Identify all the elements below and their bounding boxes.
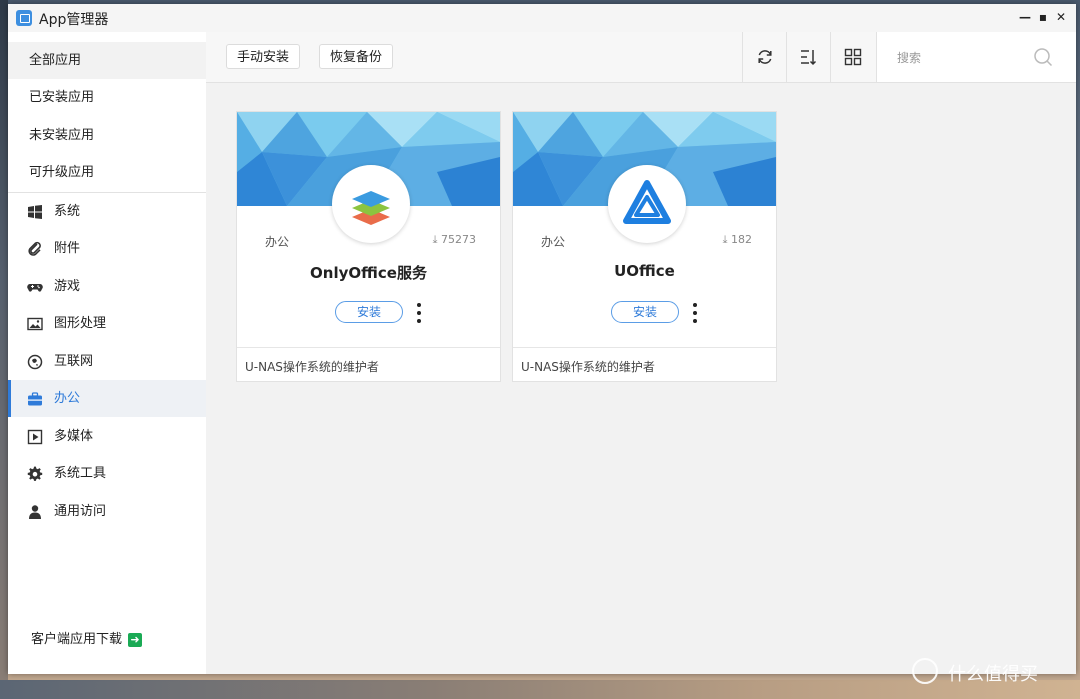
watermark-logo-icon (912, 658, 938, 684)
app-list-area: 办公 ⤓ 75273 OnlyOffice服务 安装 U-NAS操作系统的维护者 (206, 83, 1076, 674)
sidebar-item-label: 办公 (54, 391, 81, 406)
download-count: ⤓ 75273 (433, 233, 476, 247)
gear-icon (27, 466, 43, 481)
sidebar-item-internet[interactable]: 互联网 (8, 343, 206, 380)
gamepad-icon (27, 284, 43, 292)
manual-install-button[interactable]: 手动安装 (226, 44, 301, 69)
play-icon (27, 429, 43, 445)
sidebar-item-graphics[interactable]: 图形处理 (8, 305, 206, 342)
windows-icon (28, 205, 42, 219)
sidebar-item-label: 多媒体 (54, 429, 94, 444)
sidebar-item-games[interactable]: 游戏 (8, 268, 206, 305)
title-bar: App管理器 — ▪ ✕ (8, 4, 1076, 33)
app-category: 办公 (265, 235, 290, 249)
sidebar-item-label: 通用访问 (54, 504, 107, 519)
search-icon[interactable] (1033, 47, 1053, 67)
sidebar-item-label: 附件 (54, 241, 81, 256)
download-icon: ⤓ (432, 233, 441, 246)
download-count-value: 182 (731, 233, 752, 246)
sidebar-item-label: 互联网 (54, 354, 94, 369)
uoffice-logo-icon (623, 180, 671, 224)
sidebar-item-all-apps[interactable]: 全部应用 (8, 42, 206, 79)
app-maintainer: U-NAS操作系统的维护者 (513, 347, 776, 381)
watermark: 什么值得买 (912, 658, 1072, 686)
maximize-button[interactable]: ▪ (1034, 8, 1052, 26)
install-button[interactable]: 安装 (611, 301, 679, 323)
onlyoffice-logo (332, 165, 410, 243)
sidebar-item-multimedia[interactable]: 多媒体 (8, 418, 206, 455)
more-options-icon[interactable] (413, 301, 425, 325)
arrow-right-icon: ➜ (128, 632, 143, 647)
refresh-button[interactable] (742, 32, 786, 82)
restore-backup-button[interactable]: 恢复备份 (319, 44, 394, 69)
watermark-text: 什么值得买 (948, 664, 1038, 685)
onlyoffice-logo-icon (352, 191, 390, 225)
sidebar-item-not-installed-apps[interactable]: 未安装应用 (8, 117, 206, 154)
desktop-background-left (0, 0, 8, 699)
sidebar-item-label: 已安装应用 (29, 90, 95, 105)
user-icon (29, 505, 41, 519)
uoffice-logo (608, 165, 686, 243)
app-card-onlyoffice[interactable]: 办公 ⤓ 75273 OnlyOffice服务 安装 U-NAS操作系统的维护者 (236, 111, 501, 382)
app-manager-icon (16, 10, 32, 26)
more-options-icon[interactable] (689, 301, 701, 325)
sidebar-item-universal-access[interactable]: 通用访问 (8, 493, 206, 530)
sort-button[interactable] (786, 32, 830, 82)
client-download-link[interactable]: 客户端应用下载 ➜ (31, 628, 143, 647)
grid-icon (844, 48, 862, 66)
app-manager-window: App管理器 — ▪ ✕ 全部应用 已安装应用 未安装应用 可升级应用 系统 附… (8, 4, 1076, 674)
sidebar-item-label: 图形处理 (54, 316, 107, 331)
sidebar-item-upgradable-apps[interactable]: 可升级应用 (8, 154, 206, 191)
minimize-button[interactable]: — (1016, 8, 1034, 26)
grid-view-button[interactable] (830, 32, 874, 82)
app-name: OnlyOffice服务 (310, 264, 427, 282)
sidebar-item-system[interactable]: 系统 (8, 193, 206, 230)
sidebar-item-office[interactable]: 办公 (8, 380, 206, 417)
install-button[interactable]: 安装 (335, 301, 403, 323)
sidebar-item-system-tools[interactable]: 系统工具 (8, 455, 206, 492)
briefcase-icon (28, 392, 42, 406)
app-maintainer: U-NAS操作系统的维护者 (237, 347, 500, 381)
app-category: 办公 (541, 235, 566, 249)
download-count-value: 75273 (441, 233, 476, 246)
sidebar: 全部应用 已安装应用 未安装应用 可升级应用 系统 附件 游戏 图形处理 互联网… (8, 32, 207, 674)
sidebar-item-label: 系统工具 (54, 466, 107, 481)
sort-icon (801, 50, 817, 66)
client-download-label: 客户端应用下载 (31, 632, 123, 647)
image-icon (27, 317, 43, 331)
search-box (876, 32, 1076, 82)
paperclip-icon (28, 241, 41, 256)
sidebar-item-label: 可升级应用 (29, 165, 95, 180)
window-title: App管理器 (39, 12, 109, 28)
download-count: ⤓ 182 (723, 233, 752, 247)
sidebar-item-accessories[interactable]: 附件 (8, 230, 206, 267)
app-name: UOffice (614, 262, 675, 280)
app-card-uoffice[interactable]: 办公 ⤓ 182 UOffice 安装 U-NAS操作系统的维护者 (512, 111, 777, 382)
close-button[interactable]: ✕ (1052, 8, 1070, 26)
search-input[interactable] (895, 47, 1029, 69)
sidebar-item-installed-apps[interactable]: 已安装应用 (8, 79, 206, 116)
refresh-icon (758, 50, 772, 64)
globe-icon (27, 354, 43, 370)
sidebar-item-label: 未安装应用 (29, 128, 95, 143)
sidebar-item-label: 全部应用 (29, 53, 82, 68)
sidebar-item-label: 游戏 (54, 279, 81, 294)
download-icon: ⤓ (722, 233, 731, 246)
toolbar: 手动安装 恢复备份 (206, 32, 1076, 83)
sidebar-item-label: 系统 (54, 204, 81, 219)
